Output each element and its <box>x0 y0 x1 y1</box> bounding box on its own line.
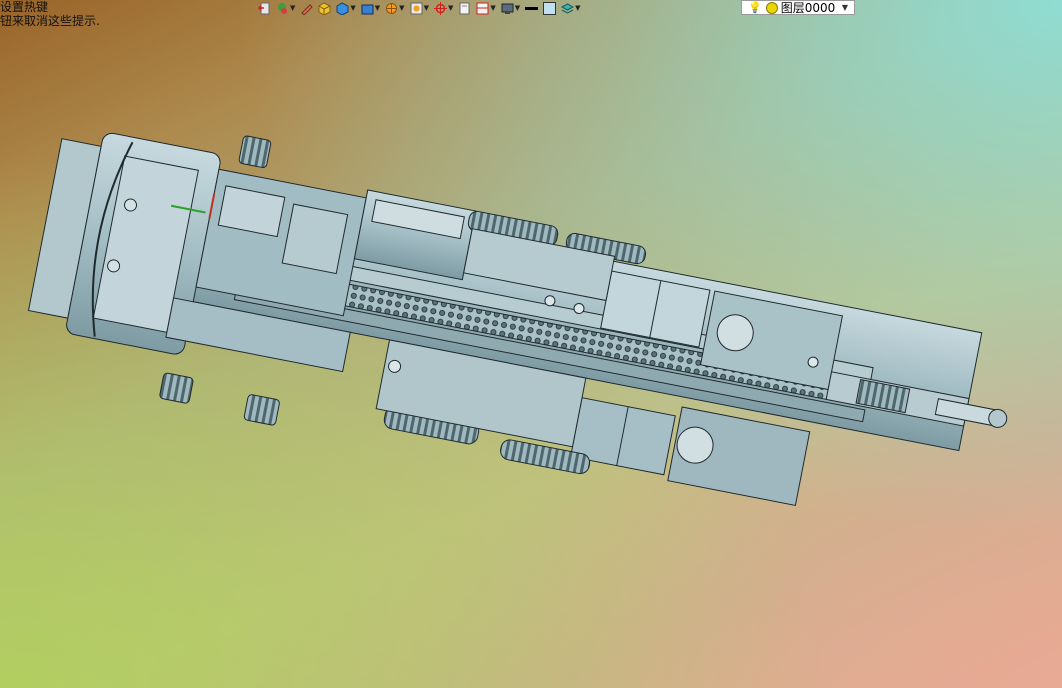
frame-dropdown-icon[interactable]: ▼ <box>490 4 495 12</box>
box-icon <box>318 1 331 15</box>
top-toolbar: ▼ ▼ ▼ ▼ ▼ ▼ ▼ ▼ ▼ <box>258 0 585 16</box>
sun-button[interactable]: ▼ <box>385 0 405 16</box>
box-button[interactable] <box>318 0 331 16</box>
layers-dropdown-icon[interactable]: ▼ <box>290 4 295 12</box>
fill-color-button[interactable] <box>543 0 557 16</box>
line-color-button[interactable] <box>525 0 539 16</box>
hint-line-2: 钮来取消这些提示. <box>0 14 100 28</box>
target-button[interactable]: ▼ <box>433 0 453 16</box>
view-button[interactable]: ▼ <box>361 0 380 16</box>
fill-color-icon <box>543 1 557 15</box>
cube-button[interactable]: ▼ <box>336 0 356 16</box>
lightbulb-icon[interactable]: 💡 <box>748 1 762 14</box>
monitor-icon <box>501 3 514 14</box>
chevron-down-icon[interactable]: ▼ <box>842 3 848 12</box>
stack-icon <box>561 2 575 14</box>
hint-text: 设置热键 钮来取消这些提示. <box>0 0 100 28</box>
stack-button[interactable]: ▼ <box>561 0 581 16</box>
exit-button[interactable] <box>258 0 271 16</box>
layer-color-icon <box>765 1 778 14</box>
layer-select[interactable]: 💡 图层0000 ▼ <box>741 0 855 15</box>
layers-button[interactable]: ▼ <box>276 0 295 16</box>
render-dropdown-icon[interactable]: ▼ <box>424 4 429 12</box>
target-dropdown-icon[interactable]: ▼ <box>448 4 453 12</box>
frame-button[interactable]: ▼ <box>476 0 496 16</box>
edit-icon <box>301 3 314 15</box>
wheel-front-bottom-2 <box>243 394 280 426</box>
view-dropdown-icon[interactable]: ▼ <box>375 4 380 12</box>
front-gear-block-2 <box>281 203 349 275</box>
sun-dropdown-icon[interactable]: ▼ <box>399 4 404 12</box>
wheel-front-bottom-1 <box>159 372 194 404</box>
frame-icon <box>476 2 489 14</box>
cube-icon <box>336 1 349 15</box>
monitor-dropdown-icon[interactable]: ▼ <box>515 4 520 12</box>
model-viewport[interactable] <box>0 0 1062 688</box>
target-icon <box>433 1 447 15</box>
hint-line-1: 设置热键 <box>0 0 49 14</box>
page-button[interactable] <box>458 0 471 16</box>
layer-name: 图层0000 <box>780 1 836 15</box>
view-icon <box>361 4 374 14</box>
cube-dropdown-icon[interactable]: ▼ <box>350 4 355 12</box>
stack-dropdown-icon[interactable]: ▼ <box>575 4 580 12</box>
edit-button[interactable] <box>300 0 314 16</box>
render-button[interactable]: ▼ <box>410 0 429 16</box>
sun-icon <box>386 2 398 14</box>
page-icon <box>459 2 470 14</box>
layers-icon <box>278 2 287 14</box>
wheel-front-top <box>238 135 272 169</box>
vehicle-model[interactable] <box>16 101 1032 562</box>
line-color-icon <box>525 6 539 10</box>
render-icon <box>410 2 423 14</box>
exit-icon <box>258 2 270 14</box>
monitor-button[interactable]: ▼ <box>501 0 520 16</box>
